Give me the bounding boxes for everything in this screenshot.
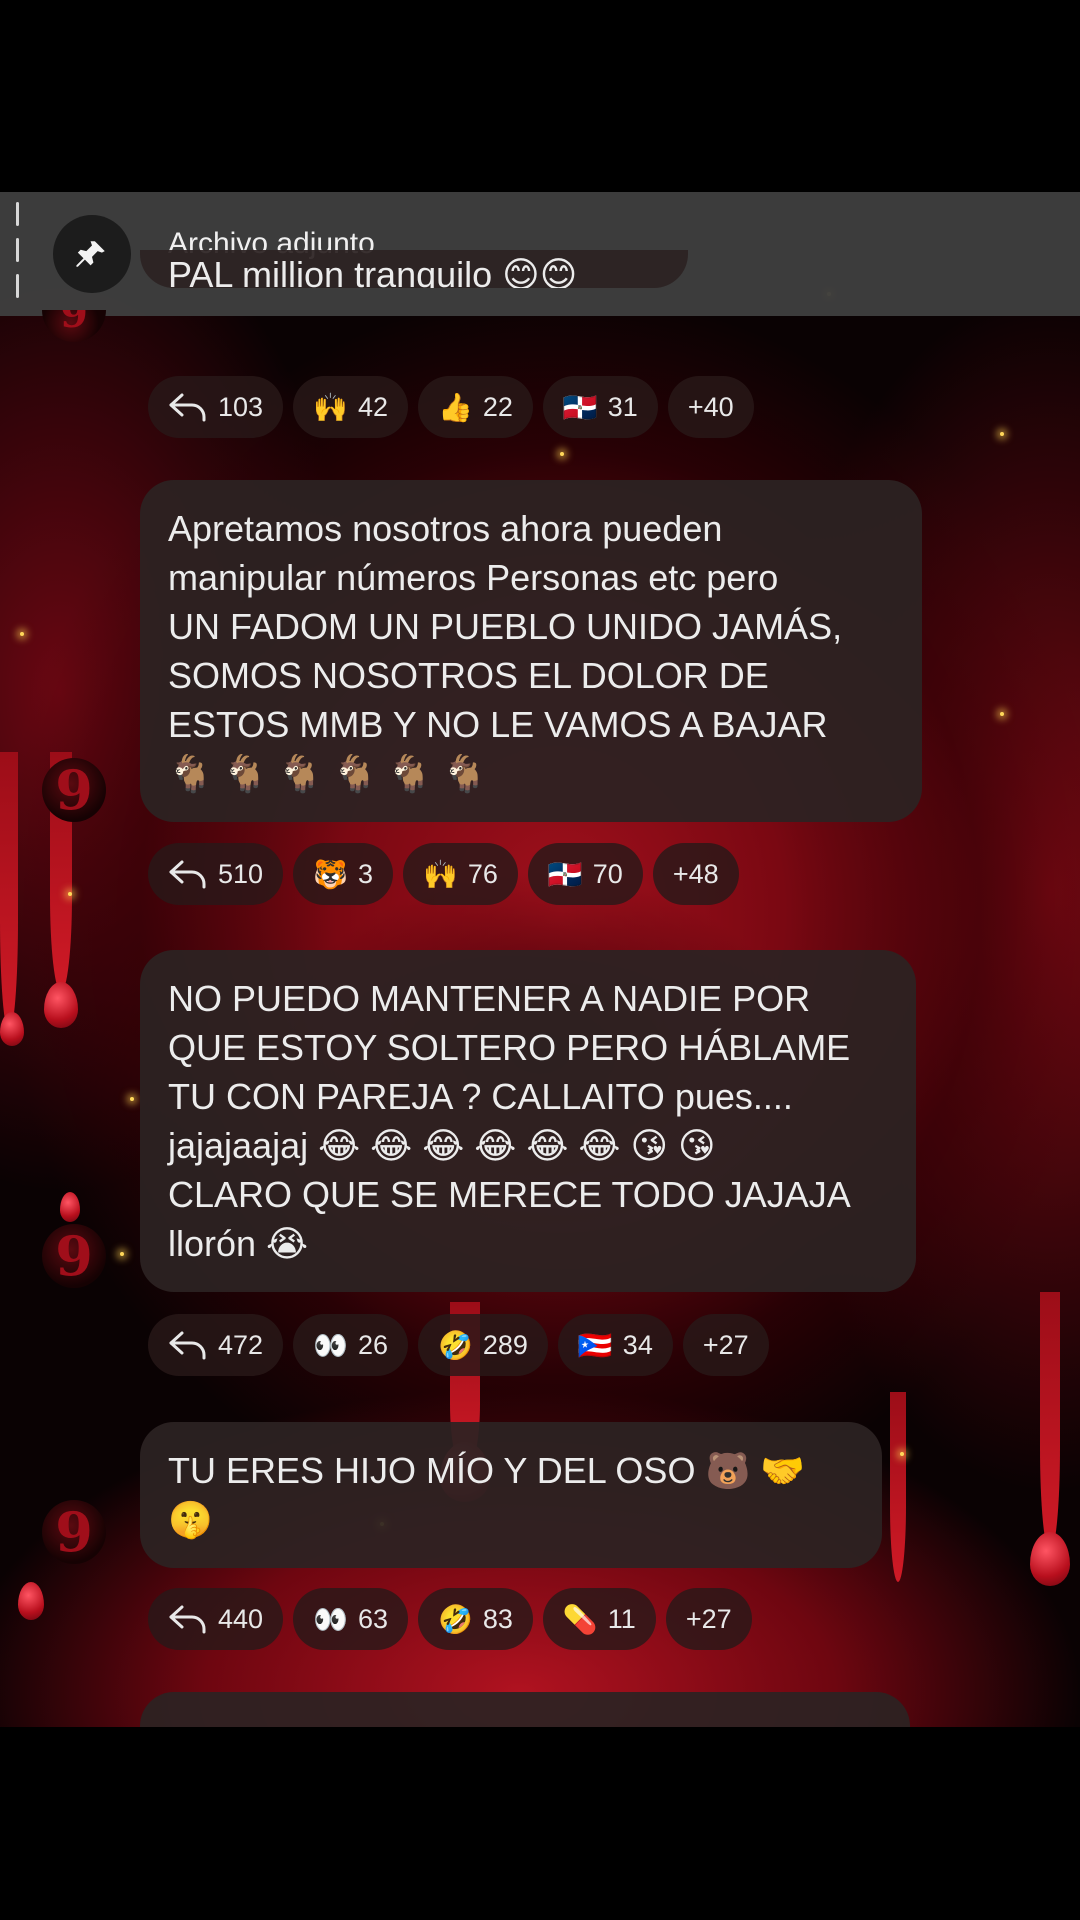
- sparkle: [1000, 712, 1004, 716]
- reply-icon: [168, 1604, 208, 1634]
- chat-screen: Archivo adjunto PAL million tranquilo 😊😊…: [0, 192, 1080, 1727]
- blood-drip: [0, 752, 18, 1032]
- more-reactions-chip[interactable]: +48: [652, 843, 739, 905]
- avatar[interactable]: 9: [42, 1224, 106, 1288]
- reaction-chip[interactable]: 🐯 3: [293, 843, 393, 905]
- reaction-chip[interactable]: 💊 11: [542, 1588, 656, 1650]
- sparkle: [1000, 432, 1004, 436]
- reply-icon: [168, 859, 208, 889]
- reaction-chip[interactable]: 🇩🇴 31: [542, 376, 658, 438]
- reaction-chip[interactable]: 👀 26: [293, 1314, 408, 1376]
- reaction-chip[interactable]: 🇵🇷 34: [557, 1314, 673, 1376]
- reply-icon: [168, 1330, 208, 1360]
- eyes-icon: 👀: [313, 1329, 348, 1361]
- reply-count-chip[interactable]: 440: [148, 1588, 284, 1650]
- blood-drip: [1040, 1292, 1060, 1552]
- avatar[interactable]: 9: [42, 1500, 106, 1564]
- blood-drop: [0, 1012, 24, 1046]
- message-text: Apretamos nosotros ahora pueden: [168, 508, 723, 549]
- sparkle: [120, 1252, 124, 1256]
- sparkle: [68, 892, 72, 896]
- reaction-chip[interactable]: 👍 22: [417, 376, 533, 438]
- message-text: manipular números Personas etc pero: [168, 557, 779, 598]
- blood-drop: [1030, 1532, 1070, 1586]
- message-text: ESTOS MMB Y NO LE VAMOS A BAJAR: [168, 704, 828, 745]
- message-text: QUE ESTOY SOLTERO PERO HÁBLAME: [168, 1027, 851, 1068]
- raised-hands-icon: 🙌: [422, 858, 458, 890]
- message-text: CLARO QUE SE MERECE TODO JAJAJA: [168, 1174, 851, 1215]
- flag-dominican-republic-icon: 🇩🇴: [562, 391, 598, 423]
- message-text: 🤫: [168, 1499, 213, 1540]
- message-bubble-partial[interactable]: [140, 1692, 910, 1727]
- reaction-bar: 440 👀 63 🤣 83 💊 11 +27: [148, 1588, 752, 1650]
- reaction-chip[interactable]: 🤣 289: [417, 1314, 548, 1376]
- pin-icon[interactable]: [53, 215, 131, 293]
- message-bubble[interactable]: TU ERES HIJO MÍO Y DEL OSO 🐻 🤝 🤫: [140, 1422, 882, 1568]
- rofl-icon: 🤣: [437, 1603, 473, 1635]
- blood-drop: [44, 982, 78, 1028]
- sparkle: [20, 632, 24, 636]
- sparkle: [900, 1452, 904, 1456]
- raised-hands-icon: 🙌: [313, 391, 348, 423]
- avatar[interactable]: 9: [42, 310, 106, 342]
- reaction-bar: 510 🐯 3 🙌 76 🇩🇴 70 +48: [148, 843, 739, 905]
- pinned-indicator: [16, 202, 20, 302]
- tiger-face-icon: 🐯: [313, 858, 348, 890]
- message-text: TU ERES HIJO MÍO Y DEL OSO 🐻 🤝: [168, 1450, 806, 1491]
- message-text: UN FADOM UN PUEBLO UNIDO JAMÁS,: [168, 606, 843, 647]
- sparkle: [560, 452, 564, 456]
- rofl-icon: 🤣: [437, 1329, 473, 1361]
- reaction-bar: 103 🙌 42 👍 22 🇩🇴 31 +40: [148, 376, 754, 438]
- message-text: TU CON PAREJA ? CALLAITO pues....: [168, 1076, 793, 1117]
- more-reactions-chip[interactable]: +27: [665, 1588, 752, 1650]
- eyes-icon: 👀: [313, 1603, 348, 1635]
- thumbs-up-icon: 👍: [437, 391, 473, 423]
- reaction-chip[interactable]: 🙌 76: [402, 843, 518, 905]
- pill-icon: 💊: [562, 1603, 598, 1635]
- blood-drop: [60, 1192, 80, 1222]
- blood-drop: [18, 1582, 44, 1620]
- message-text: llorón 😭: [168, 1223, 309, 1264]
- reply-count-chip[interactable]: 103: [148, 376, 284, 438]
- reaction-chip[interactable]: 👀 63: [293, 1588, 408, 1650]
- message-bubble[interactable]: Apretamos nosotros ahora pueden manipula…: [140, 480, 922, 822]
- message-text: 🐐 🐐 🐐 🐐 🐐 🐐: [168, 753, 487, 794]
- message-bubble[interactable]: NO PUEDO MANTENER A NADIE POR QUE ESTOY …: [140, 950, 916, 1292]
- reply-count-chip[interactable]: 472: [148, 1314, 284, 1376]
- reaction-bar: 472 👀 26 🤣 289 🇵🇷 34 +27: [148, 1314, 769, 1376]
- more-reactions-chip[interactable]: +27: [682, 1314, 769, 1376]
- more-reactions-chip[interactable]: +40: [667, 376, 754, 438]
- avatar[interactable]: 9: [42, 758, 106, 822]
- reaction-chip[interactable]: 🙌 42: [293, 376, 408, 438]
- message-text: SOMOS NOSOTROS EL DOLOR DE: [168, 655, 769, 696]
- reaction-chip[interactable]: 🇩🇴 70: [527, 843, 643, 905]
- message-text: jajajaajaj 😂 😂 😂 😂 😂 😂 😘 😘: [168, 1125, 716, 1166]
- reply-icon: [168, 392, 208, 422]
- flag-puerto-rico-icon: 🇵🇷: [577, 1329, 613, 1361]
- message-text: NO PUEDO MANTENER A NADIE POR: [168, 978, 811, 1019]
- flag-dominican-republic-icon: 🇩🇴: [547, 858, 583, 890]
- blood-drip: [890, 1392, 906, 1582]
- reply-count-chip[interactable]: 510: [148, 843, 284, 905]
- sparkle: [130, 1097, 134, 1101]
- reaction-chip[interactable]: 🤣 83: [417, 1588, 533, 1650]
